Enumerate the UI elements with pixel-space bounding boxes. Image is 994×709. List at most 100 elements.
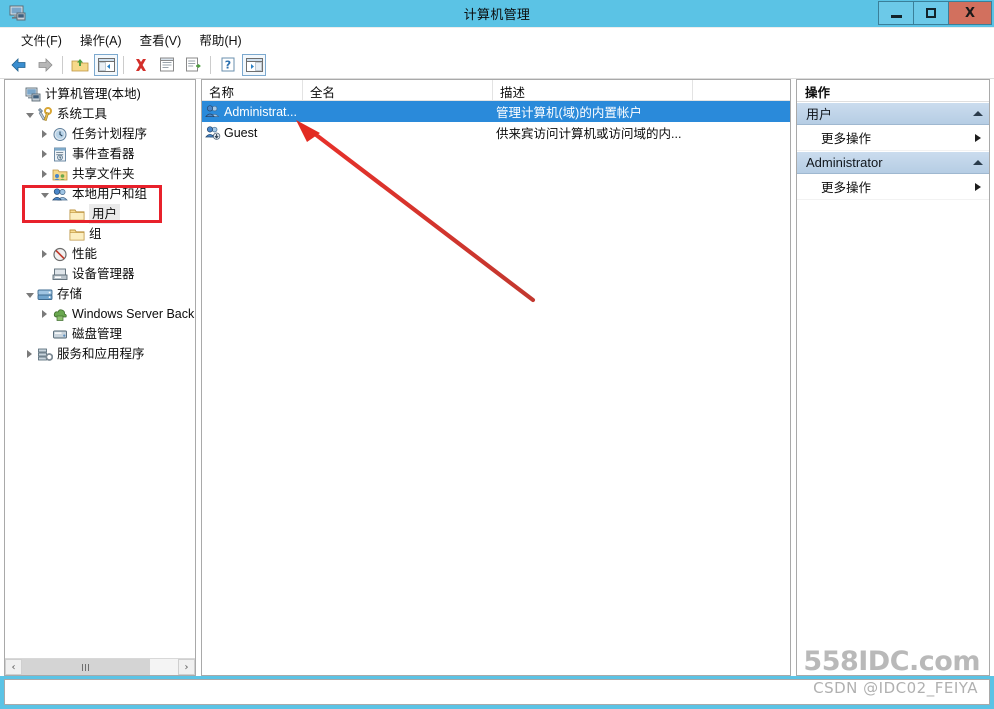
- expander-collapsed[interactable]: [38, 124, 51, 144]
- user-name: Guest: [224, 125, 258, 140]
- sidebar-item-users[interactable]: 用户: [5, 204, 195, 224]
- properties-icon[interactable]: [155, 54, 179, 76]
- folder-icon: [68, 206, 85, 222]
- scrollbar-track[interactable]: [22, 659, 178, 675]
- expander-collapsed[interactable]: [38, 144, 51, 164]
- site-watermark: 558IDC.com: [803, 646, 980, 677]
- cell-name: Administrat...: [202, 104, 303, 120]
- column-header-full-name[interactable]: 全名: [303, 80, 493, 100]
- tree-item-computer-management[interactable]: 计算机管理(本地): [5, 84, 195, 104]
- minimize-icon: [890, 15, 902, 18]
- tree-item-system-tools[interactable]: 系统工具: [5, 104, 195, 124]
- tree-item-device-manager[interactable]: 设备管理器: [5, 264, 195, 284]
- tree-item-label: 设备管理器: [72, 267, 135, 281]
- menu-item-file[interactable]: 文件(F): [12, 28, 71, 51]
- tree-item-task-scheduler[interactable]: 任务计划程序: [5, 124, 195, 144]
- close-button[interactable]: X: [948, 1, 992, 25]
- tree-item-label: 计算机管理(本地): [45, 87, 141, 101]
- tree-item-event-viewer[interactable]: 事件查看器: [5, 144, 195, 164]
- expander-collapsed[interactable]: [23, 344, 36, 364]
- table-row[interactable]: Administrat... 管理计算机(域)的内置帐户: [202, 101, 790, 122]
- content-area: 计算机管理(本地) 系统工具 任务计划程序 事件查看器 共享文件夹 本地用户和组…: [0, 79, 994, 676]
- actions-pane: 操作 用户 更多操作 Administrator 更多操作: [796, 79, 990, 676]
- column-header-name[interactable]: 名称: [202, 80, 303, 100]
- sidebar-item-groups[interactable]: 组: [5, 224, 195, 244]
- computer-management-window: 计算机管理 X 文件(F) 操作(A) 查看(V) 帮助(H) ? 计算机管理(…: [0, 0, 994, 709]
- delete-icon[interactable]: [129, 54, 153, 76]
- toolbar-separator: [123, 55, 124, 74]
- column-header-filler: [693, 80, 790, 100]
- tree-horizontal-scrollbar[interactable]: ‹ ›: [5, 658, 195, 675]
- storage-icon: [36, 286, 53, 302]
- site-watermark-suffix: .com: [909, 646, 980, 677]
- tree-item-local-users-and-groups[interactable]: 本地用户和组: [5, 184, 195, 204]
- expander-none: [38, 264, 51, 284]
- expander-expanded[interactable]: [23, 284, 36, 304]
- tree-item-shared-folders[interactable]: 共享文件夹: [5, 164, 195, 184]
- chevron-right-icon: [975, 133, 981, 142]
- expander-expanded[interactable]: [23, 104, 36, 124]
- scrollbar-thumb[interactable]: [22, 659, 150, 675]
- splitter-handle[interactable]: [197, 364, 200, 392]
- actions-section-administrator[interactable]: Administrator: [797, 151, 989, 174]
- cell-description: 管理计算机(域)的内置帐户: [496, 106, 642, 120]
- tree-item-label: 本地用户和组: [72, 187, 148, 201]
- list-actions-splitter[interactable]: [791, 79, 796, 676]
- menu-item-help[interactable]: 帮助(H): [190, 28, 250, 51]
- help-icon[interactable]: ?: [216, 54, 240, 76]
- expander-collapsed[interactable]: [38, 244, 51, 264]
- svg-text:?: ?: [225, 59, 231, 72]
- tree-item-label: 事件查看器: [72, 147, 135, 161]
- users-list-body[interactable]: Administrat... 管理计算机(域)的内置帐户 Guest 供来宾访问…: [202, 101, 790, 675]
- shared-folders-icon: [51, 166, 68, 182]
- scroll-right-icon[interactable]: ›: [178, 659, 195, 675]
- maximize-button[interactable]: [913, 1, 948, 25]
- tree-item-performance[interactable]: 性能: [5, 244, 195, 264]
- show-hide-tree-icon[interactable]: [94, 53, 118, 76]
- more-actions-label: 更多操作: [821, 181, 872, 195]
- more-actions-users-button[interactable]: 更多操作: [797, 125, 989, 151]
- menu-item-action[interactable]: 操作(A): [71, 28, 131, 51]
- tree-item-services-and-applications[interactable]: 服务和应用程序: [5, 344, 195, 364]
- menu-item-view[interactable]: 查看(V): [131, 28, 191, 51]
- system-tools-icon: [36, 106, 53, 122]
- tree-item-label: 存储: [57, 287, 83, 301]
- tree-item-storage[interactable]: 存储: [5, 284, 195, 304]
- chevron-up-icon[interactable]: [973, 160, 983, 165]
- console-tree-pane: 计算机管理(本地) 系统工具 任务计划程序 事件查看器 共享文件夹 本地用户和组…: [4, 79, 196, 676]
- up-folder-icon[interactable]: [68, 54, 92, 76]
- user-icon: [205, 104, 221, 120]
- disk-management-icon: [51, 326, 68, 342]
- expander-collapsed[interactable]: [38, 164, 51, 184]
- actions-section-users[interactable]: 用户: [797, 102, 989, 125]
- toolbar-separator: [210, 55, 211, 74]
- splitter-handle[interactable]: [792, 364, 795, 392]
- expander-collapsed[interactable]: [38, 304, 51, 324]
- expander-none: [55, 224, 68, 244]
- tree-item-label: Windows Server Back: [72, 307, 195, 321]
- table-row[interactable]: Guest 供来宾访问计算机或访问域的内...: [202, 122, 790, 143]
- tree-scroll-region[interactable]: 计算机管理(本地) 系统工具 任务计划程序 事件查看器 共享文件夹 本地用户和组…: [5, 80, 195, 658]
- more-actions-administrator-button[interactable]: 更多操作: [797, 174, 989, 200]
- chevron-up-icon[interactable]: [973, 111, 983, 116]
- column-header-description[interactable]: 描述: [493, 80, 693, 100]
- maximize-icon: [926, 8, 936, 18]
- more-actions-label: 更多操作: [821, 132, 872, 146]
- scroll-left-icon[interactable]: ‹: [5, 659, 22, 675]
- credit-watermark: CSDN @IDC02_FEIYA: [813, 679, 978, 697]
- tree-item-label: 共享文件夹: [72, 167, 135, 181]
- actions-section-heading: Administrator: [806, 155, 883, 170]
- export-list-icon[interactable]: [181, 54, 205, 76]
- tree-list-splitter[interactable]: [196, 79, 201, 676]
- back-icon[interactable]: [7, 54, 31, 76]
- tree-item-windows-server-backup[interactable]: Windows Server Back: [5, 304, 195, 324]
- show-action-pane-icon[interactable]: [242, 53, 266, 76]
- menu-bar: 文件(F) 操作(A) 查看(V) 帮助(H): [0, 27, 994, 51]
- minimize-button[interactable]: [878, 1, 913, 25]
- user-disabled-icon: [205, 125, 221, 141]
- tree-item-disk-management[interactable]: 磁盘管理: [5, 324, 195, 344]
- scrollbar-grip-icon: [82, 663, 90, 671]
- expander-expanded[interactable]: [38, 184, 51, 204]
- forward-icon[interactable]: [33, 54, 57, 76]
- title-bar: 计算机管理 X: [0, 0, 994, 27]
